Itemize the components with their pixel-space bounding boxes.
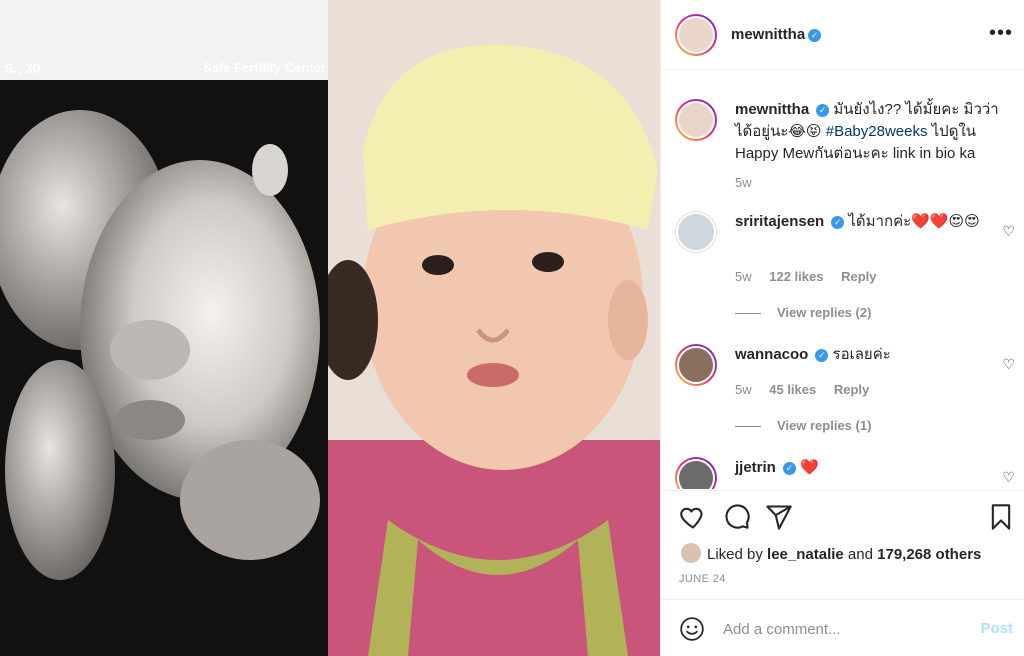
verified-badge-icon: ✓: [816, 104, 830, 117]
commenter-avatar[interactable]: [675, 344, 717, 386]
caption-time[interactable]: 5w: [735, 175, 752, 190]
comment-like-heart-icon[interactable]: ♡: [1002, 223, 1015, 240]
child-photo: [328, 0, 660, 656]
post-comment-button[interactable]: Post: [980, 620, 1013, 637]
liked-by-count[interactable]: 179,268 others: [877, 546, 981, 563]
liked-by-text: Liked by lee_natalie and 179,268 others: [681, 543, 981, 563]
share-paper-plane-icon[interactable]: [765, 503, 793, 531]
liked-by-prefix: Liked by: [707, 546, 768, 563]
caption-username[interactable]: mewnittha: [735, 101, 809, 118]
caption: mewnittha ✓ มันยังไง?? ได้มั้ยคะ มิวว่าได…: [675, 99, 1015, 209]
verified-badge-icon: ✓: [808, 29, 822, 42]
child-photo-image: [328, 0, 660, 656]
commenter-avatar[interactable]: [675, 457, 717, 489]
liked-by-mid: and: [843, 546, 878, 563]
view-replies-label: View replies (2): [777, 305, 872, 320]
caption-text: mewnittha ✓ มันยังไง?? ได้มั้ยคะ มิวว่าได…: [735, 99, 1007, 165]
liked-by-user[interactable]: lee_natalie: [767, 546, 844, 563]
view-replies-button[interactable]: View replies (1): [735, 418, 871, 433]
comment-item: wannacoo ✓ รอเลยค่ะ ♡ 5w 45 likes Reply V…: [675, 344, 1015, 454]
comment-username[interactable]: jjetrin: [735, 459, 776, 476]
view-replies-button[interactable]: View replies (2): [735, 305, 871, 320]
verified-badge-icon: ✓: [831, 216, 845, 229]
commenter-avatar[interactable]: [675, 211, 717, 253]
save-bookmark-icon[interactable]: [987, 503, 1015, 531]
caption-avatar[interactable]: [675, 99, 717, 141]
post-sidebar: mewnittha ✓ ••• mewnittha ✓ มันยังไง?? ได้…: [660, 0, 1024, 656]
reply-button[interactable]: Reply: [841, 269, 876, 284]
comment-item: sriritajensen ✓ ได้มากค่ะ❤️❤️😍😍 ♡ 5w 122 …: [675, 211, 1015, 321]
comment-like-heart-icon[interactable]: ♡: [1002, 356, 1015, 373]
comments-list[interactable]: mewnittha ✓ มันยังไง?? ได้มั้ยคะ มิวว่าได…: [661, 71, 1024, 489]
emoji-icon[interactable]: [679, 616, 705, 642]
author-username[interactable]: mewnittha: [731, 26, 805, 43]
comment-time[interactable]: 5w: [735, 269, 752, 284]
liker-avatar[interactable]: [681, 543, 701, 563]
comment-username[interactable]: sriritajensen: [735, 213, 824, 230]
comment-item: jjetrin ✓ ❤️ ♡: [675, 457, 1015, 489]
verified-badge-icon: ✓: [815, 349, 829, 362]
action-bar: Liked by lee_natalie and 179,268 others …: [661, 490, 1024, 600]
comment-text: ได้มากค่ะ❤️❤️😍😍: [848, 213, 980, 230]
more-options-icon[interactable]: •••: [989, 22, 1013, 45]
comment-likes[interactable]: 45 likes: [769, 382, 816, 397]
comment-username[interactable]: wannacoo: [735, 346, 808, 363]
comment-text: ❤️: [800, 459, 819, 476]
scan-label-left: S., 30: [4, 60, 41, 76]
post-media[interactable]: S., 30 Safe Fertility Center: [0, 0, 660, 656]
comment-like-heart-icon[interactable]: ♡: [1002, 469, 1015, 486]
comment-input[interactable]: [723, 616, 963, 642]
scan-label-right: Safe Fertility Center: [203, 60, 326, 75]
caption-hashtag[interactable]: #Baby28weeks: [826, 123, 928, 140]
comment-text: รอเลยค่ะ: [832, 346, 891, 363]
ultrasound-photo: S., 30 Safe Fertility Center: [0, 0, 328, 656]
verified-badge-icon: ✓: [782, 462, 796, 475]
reply-button[interactable]: Reply: [834, 382, 869, 397]
comment-composer: Post: [661, 599, 1024, 656]
comment-time[interactable]: 5w: [735, 382, 752, 397]
comment-likes[interactable]: 122 likes: [769, 269, 823, 284]
author-avatar[interactable]: [675, 14, 717, 56]
like-heart-icon[interactable]: [679, 503, 707, 531]
comment-bubble-icon[interactable]: [723, 503, 751, 531]
post-header: mewnittha ✓ •••: [661, 0, 1024, 70]
post-date[interactable]: JUNE 24: [679, 573, 726, 585]
view-replies-label: View replies (1): [777, 418, 872, 433]
ultrasound-image: [0, 80, 328, 656]
